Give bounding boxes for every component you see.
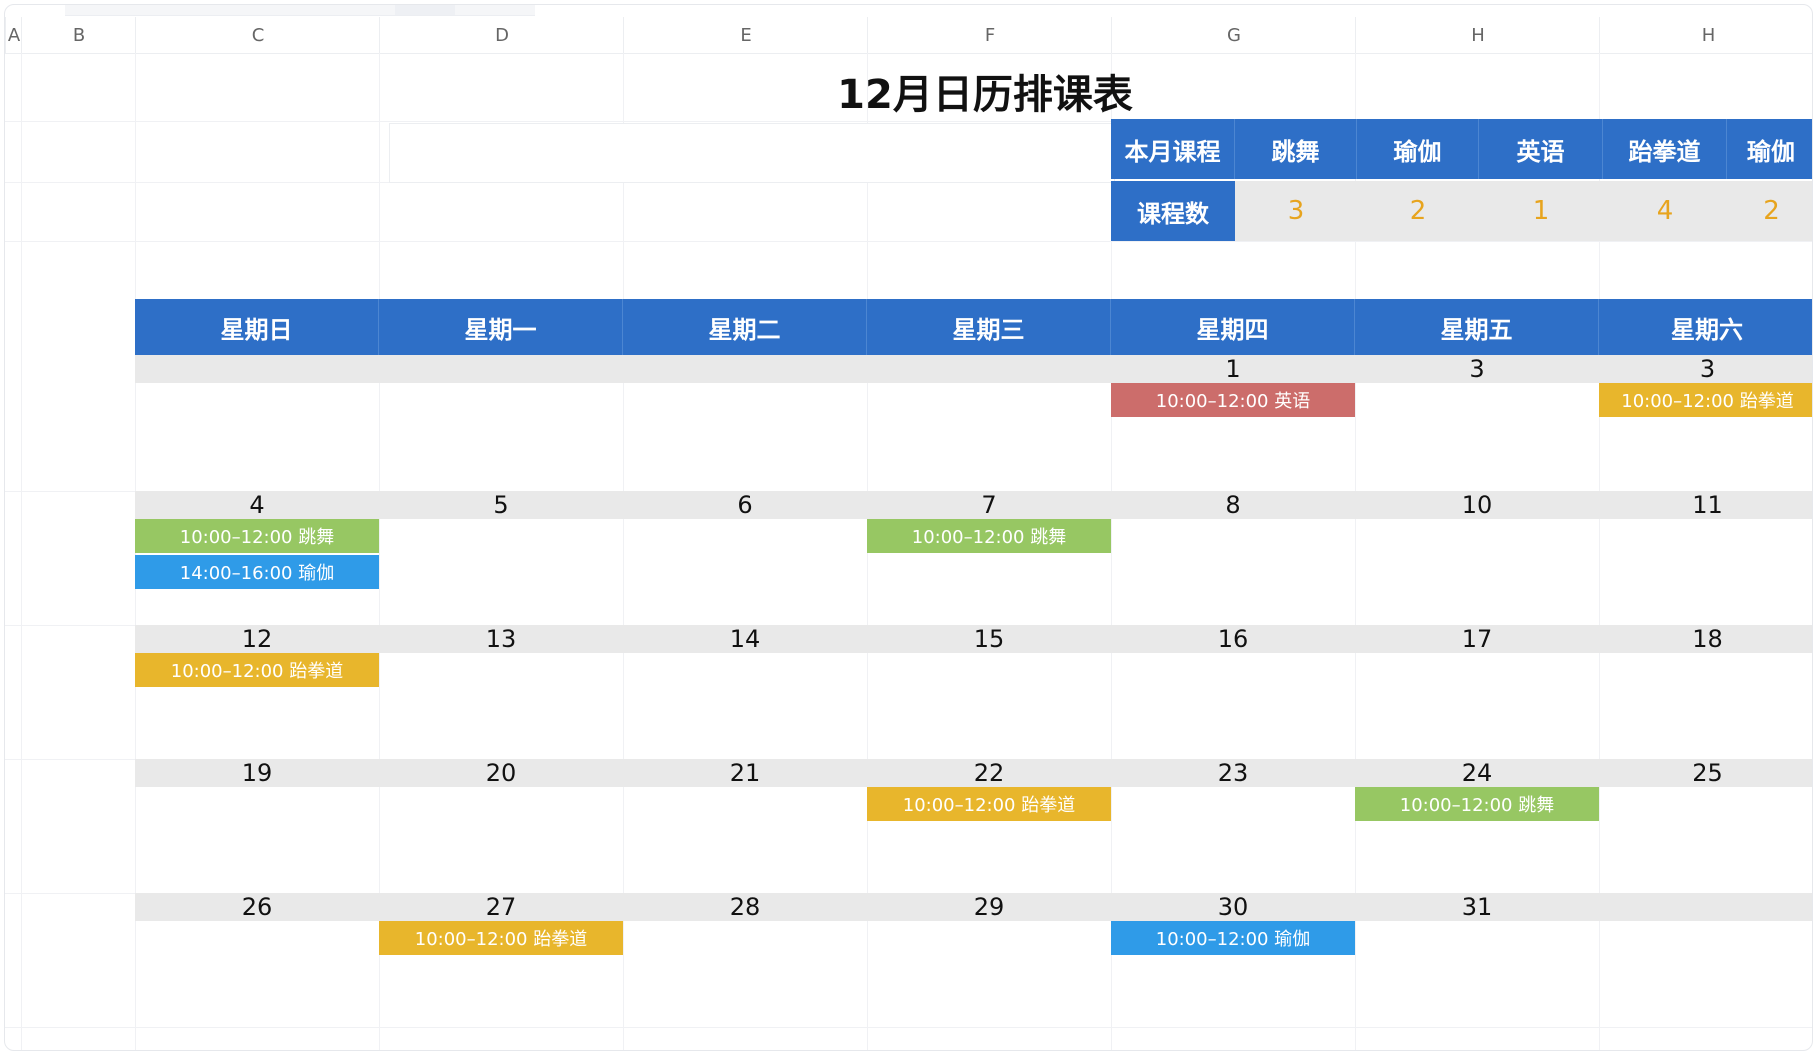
column-header-g[interactable]: G xyxy=(1111,17,1356,53)
summary-course-name: 英语 xyxy=(1479,119,1603,179)
course-event[interactable]: 10:00–12:00 英语 xyxy=(1111,383,1355,417)
summary-course-count[interactable]: 1 xyxy=(1479,181,1603,241)
column-header-c[interactable]: C xyxy=(135,17,380,53)
date-number[interactable]: 6 xyxy=(623,491,867,519)
date-number[interactable]: 3 xyxy=(1355,355,1599,383)
date-number[interactable]: 28 xyxy=(623,893,867,921)
date-number[interactable]: 5 xyxy=(379,491,623,519)
column-header-b[interactable]: B xyxy=(21,17,136,53)
weekday-header: 星期日 xyxy=(135,299,379,355)
date-number[interactable] xyxy=(379,355,623,383)
column-header-h[interactable]: H xyxy=(1355,17,1600,53)
summary-header-label: 本月课程 xyxy=(1111,119,1235,179)
sheet-tab-strip[interactable] xyxy=(65,5,535,16)
grid-line xyxy=(5,241,1812,242)
summary-course-name: 瑜伽 xyxy=(1727,119,1812,179)
date-number[interactable]: 18 xyxy=(1599,625,1812,653)
column-header-h[interactable]: H xyxy=(1599,17,1812,53)
date-number[interactable]: 24 xyxy=(1355,759,1599,787)
page-title: 12月日历排课表 xyxy=(837,72,1133,118)
date-number[interactable]: 3 xyxy=(1599,355,1812,383)
date-number[interactable]: 19 xyxy=(135,759,379,787)
date-number[interactable]: 23 xyxy=(1111,759,1355,787)
weekday-header: 星期六 xyxy=(1599,299,1812,355)
date-number[interactable]: 20 xyxy=(379,759,623,787)
course-event[interactable]: 10:00–12:00 跆拳道 xyxy=(379,921,623,955)
date-number[interactable]: 26 xyxy=(135,893,379,921)
course-event[interactable]: 10:00–12:00 跳舞 xyxy=(1355,787,1599,821)
date-number[interactable]: 12 xyxy=(135,625,379,653)
course-event[interactable]: 10:00–12:00 跳舞 xyxy=(135,519,379,553)
date-number[interactable]: 21 xyxy=(623,759,867,787)
course-event[interactable]: 10:00–12:00 跳舞 xyxy=(867,519,1111,553)
column-header-e[interactable]: E xyxy=(623,17,868,53)
date-number[interactable]: 30 xyxy=(1111,893,1355,921)
summary-course-count[interactable]: 4 xyxy=(1603,181,1727,241)
grid-line xyxy=(5,1027,1812,1028)
date-number[interactable]: 29 xyxy=(867,893,1111,921)
date-number[interactable]: 4 xyxy=(135,491,379,519)
date-number[interactable] xyxy=(135,355,379,383)
course-event[interactable]: 10:00–12:00 跆拳道 xyxy=(135,653,379,687)
date-number[interactable]: 25 xyxy=(1599,759,1812,787)
date-number[interactable]: 14 xyxy=(623,625,867,653)
column-header-f[interactable]: F xyxy=(867,17,1112,53)
summary-course-count[interactable]: 3 xyxy=(1235,181,1357,241)
date-number[interactable]: 16 xyxy=(1111,625,1355,653)
date-number[interactable]: 13 xyxy=(379,625,623,653)
weekday-header: 星期三 xyxy=(867,299,1111,355)
date-number[interactable] xyxy=(867,355,1111,383)
grid-line xyxy=(21,53,22,1050)
date-number[interactable]: 31 xyxy=(1355,893,1599,921)
course-event[interactable]: 14:00–16:00 瑜伽 xyxy=(135,555,379,589)
summary-course-name: 瑜伽 xyxy=(1357,119,1479,179)
summary-course-name: 跆拳道 xyxy=(1603,119,1727,179)
date-number[interactable]: 10 xyxy=(1355,491,1599,519)
date-number[interactable] xyxy=(623,355,867,383)
date-number[interactable]: 17 xyxy=(1355,625,1599,653)
spreadsheet-frame: ABCDEFGHH 12月日历排课表 本月课程 课程数 跳舞 3 瑜伽 2 英语 1 跆拳道 4 瑜… xyxy=(4,4,1813,1051)
course-event[interactable]: 10:00–12:00 瑜伽 xyxy=(1111,921,1355,955)
course-event[interactable]: 10:00–12:00 跆拳道 xyxy=(867,787,1111,821)
date-number[interactable]: 8 xyxy=(1111,491,1355,519)
weekday-header: 星期五 xyxy=(1355,299,1599,355)
weekday-header: 星期一 xyxy=(379,299,623,355)
summary-course-name: 跳舞 xyxy=(1235,119,1357,179)
date-number[interactable]: 22 xyxy=(867,759,1111,787)
date-number[interactable]: 15 xyxy=(867,625,1111,653)
date-number[interactable]: 7 xyxy=(867,491,1111,519)
date-number[interactable] xyxy=(1599,893,1812,921)
empty-cell-range[interactable] xyxy=(389,123,1115,183)
date-number[interactable]: 11 xyxy=(1599,491,1812,519)
date-number[interactable]: 27 xyxy=(379,893,623,921)
weekday-header: 星期二 xyxy=(623,299,867,355)
column-header-d[interactable]: D xyxy=(379,17,624,53)
sheet-tab[interactable] xyxy=(395,5,455,15)
column-header-a[interactable]: A xyxy=(5,17,22,53)
summary-count-label: 课程数 xyxy=(1111,181,1235,241)
date-number[interactable]: 1 xyxy=(1111,355,1355,383)
summary-course-count[interactable]: 2 xyxy=(1727,181,1812,241)
weekday-header: 星期四 xyxy=(1111,299,1355,355)
course-event[interactable]: 10:00–12:00 跆拳道 xyxy=(1599,383,1812,417)
summary-course-count[interactable]: 2 xyxy=(1357,181,1479,241)
